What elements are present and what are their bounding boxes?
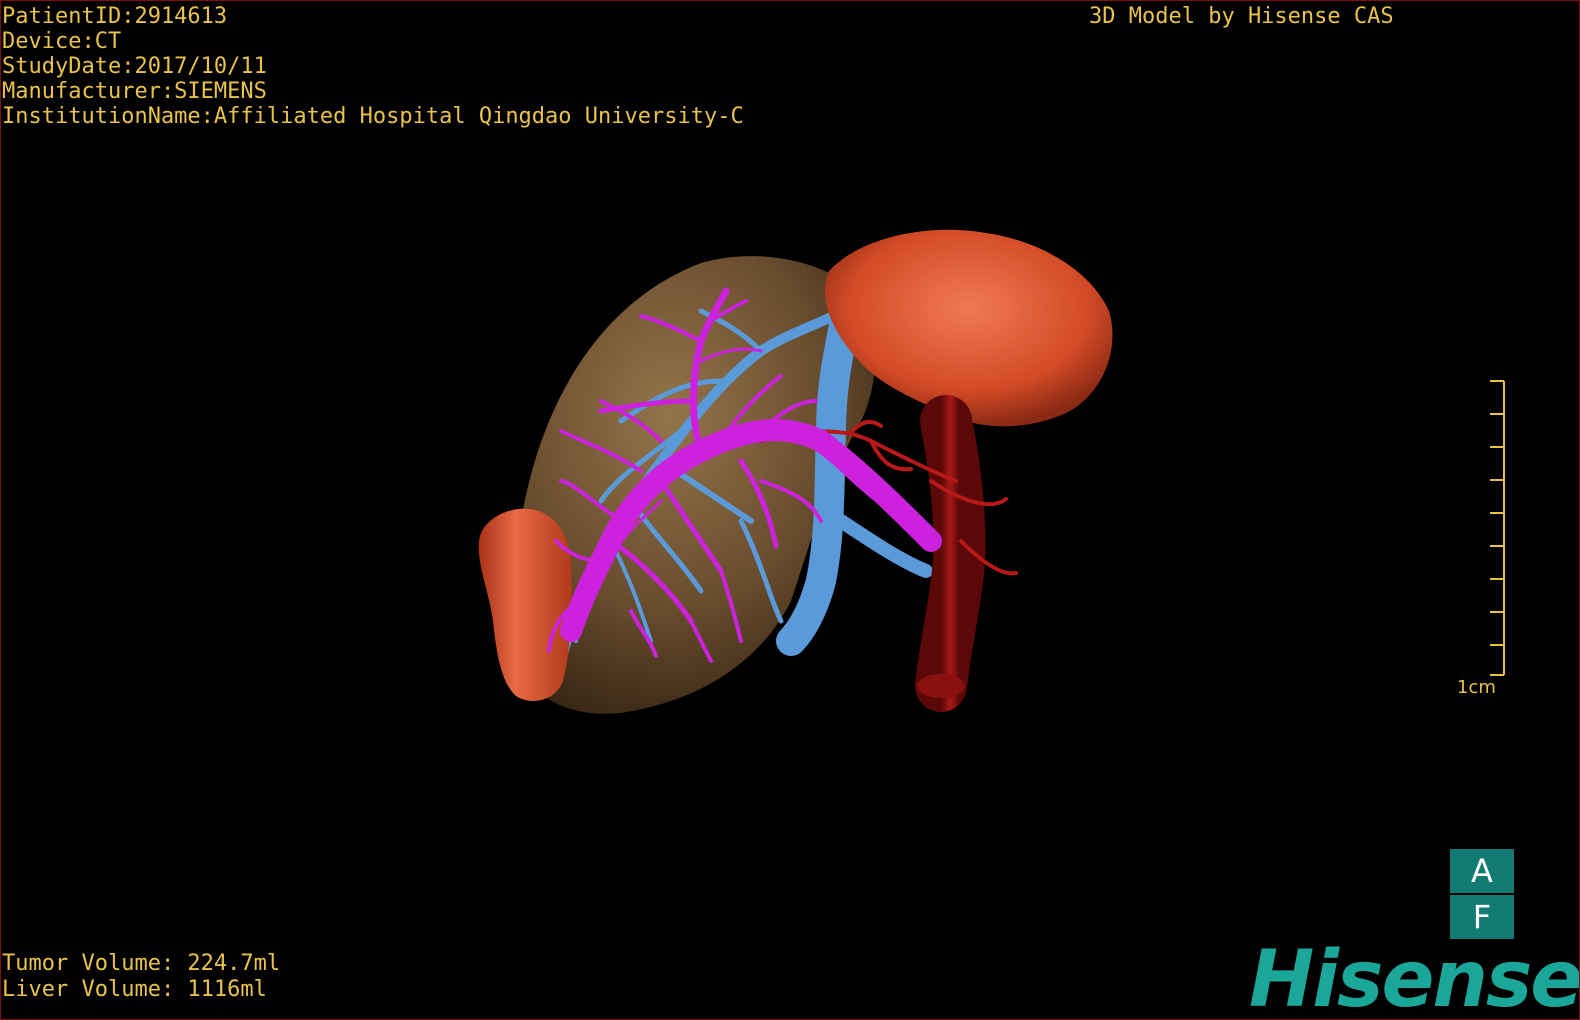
liver-3d-model[interactable] [1,1,1579,1019]
study-date-label: StudyDate:2017/10/11 [2,54,267,79]
orientation-marker[interactable]: A F [1450,849,1514,939]
hisense-logo: Hisense [1249,935,1580,1020]
tumor-left [478,508,572,701]
orientation-anterior-label: A [1471,852,1493,890]
orientation-foot-label: F [1472,898,1492,936]
render-viewport[interactable]: PatientID:2914613 Device:CT StudyDate:20… [0,0,1580,1020]
orientation-divider [1450,893,1514,895]
model-credit-label: 3D Model by Hisense CAS [1089,4,1394,29]
scale-bar [1490,380,1505,676]
device-label: Device:CT [2,29,122,54]
patient-id-label: PatientID:2914613 [2,4,228,29]
scale-bar-label: 1cm [1457,677,1496,698]
aorta [915,395,986,712]
manufacturer-label: Manufacturer:SIEMENS [2,79,267,104]
tumor-volume-label: Tumor Volume: 224.7ml [2,951,281,976]
liver-volume-label: Liver Volume: 1116ml [2,977,267,1002]
institution-label: InstitutionName:Affiliated Hospital Qing… [2,104,744,129]
